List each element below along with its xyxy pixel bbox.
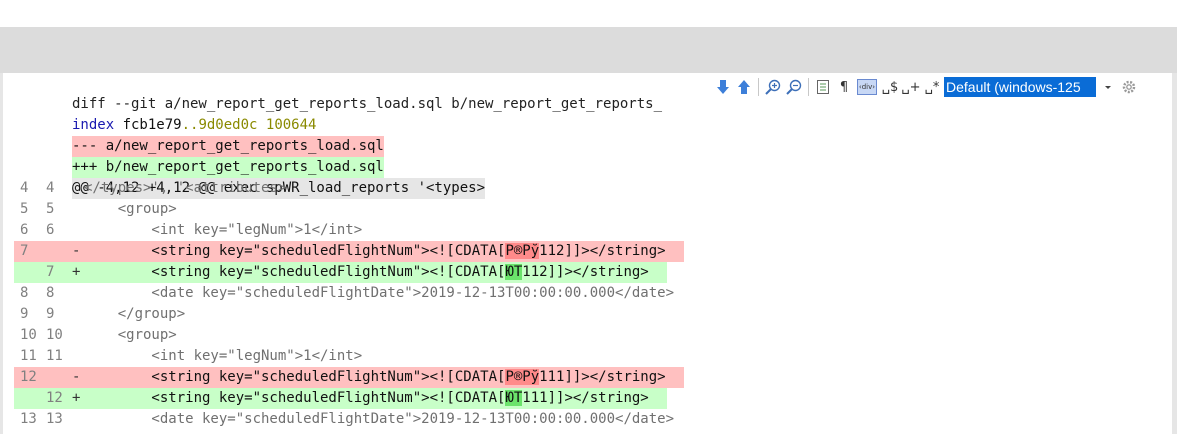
line-code: <date key="scheduledFlightDate">2019-12-… xyxy=(84,411,675,427)
change-marker: - xyxy=(72,243,81,259)
diff-line-context: 13 13 <date key="scheduledFlightDate">201… xyxy=(14,409,1172,430)
line-code: <string key="scheduledFlightNum"><![CDAT… xyxy=(84,388,649,409)
diff-line-added: 7 + <string key="scheduledFlightNum"><![C… xyxy=(14,262,667,283)
old-line-number: 10 xyxy=(20,327,37,343)
new-line-number: 10 xyxy=(46,327,63,343)
line-code: <int key="legNum">1</int> xyxy=(84,348,363,364)
line-code: <string key="scheduledFlightNum"><![CDAT… xyxy=(84,367,666,388)
diff-line-context: 11 11 <int key="legNum">1</int> xyxy=(14,346,1172,367)
toolbar-separator xyxy=(758,78,759,96)
new-line-number: 11 xyxy=(46,348,63,364)
div-tag-label: ‹div› xyxy=(856,79,878,95)
change-marker: - xyxy=(72,369,81,385)
arrow-down-icon[interactable] xyxy=(714,78,732,96)
new-line-number: 5 xyxy=(46,201,55,217)
line-code: </types>', '<attributes> xyxy=(84,180,287,196)
arrow-up-icon[interactable] xyxy=(735,78,753,96)
line-code-before: <string key="scheduledFlightNum"><![CDAT… xyxy=(84,390,506,406)
title-bar-area xyxy=(0,27,1177,73)
old-line-number: 7 xyxy=(20,243,29,259)
line-code-before: <string key="scheduledFlightNum"><![CDAT… xyxy=(84,243,506,259)
vertical-scrollbar[interactable] xyxy=(1172,73,1177,434)
pilcrow-label: ¶ xyxy=(839,79,849,95)
line-code: <int key="legNum">1</int> xyxy=(84,222,363,238)
old-line-number: 5 xyxy=(20,201,29,217)
ws-star-label: ␣* xyxy=(924,79,940,95)
old-line-number: 8 xyxy=(20,285,29,301)
old-line-number: 9 xyxy=(20,306,29,322)
line-code-before: <string key="scheduledFlightNum"><![CDAT… xyxy=(84,264,506,280)
diff-line-context: 6 6 <int key="legNum">1</int> xyxy=(14,220,1172,241)
diff-line-removed: 7 - <string key="scheduledFlightNum"><![C… xyxy=(14,241,684,262)
new-line-number: 7 xyxy=(46,264,55,280)
new-line-number: 9 xyxy=(46,306,55,322)
pilcrow-icon[interactable]: ¶ xyxy=(835,78,853,96)
zoom-out-icon[interactable] xyxy=(785,78,803,96)
gear-icon[interactable] xyxy=(1120,78,1138,96)
diff-line-context: 9 9 </group> xyxy=(14,304,1172,325)
toolbar-separator xyxy=(808,78,809,96)
new-line-number: 13 xyxy=(46,411,63,427)
old-line-number: 4 xyxy=(20,180,29,196)
diff-line-added: 12 + <string key="scheduledFlightNum"><![… xyxy=(14,388,667,409)
new-line-number: 4 xyxy=(46,180,55,196)
line-code-after: 112]]></string> xyxy=(539,243,666,259)
old-line-number: 13 xyxy=(20,411,37,427)
line-code-after: 112]]></string> xyxy=(522,264,649,280)
line-code: </group> xyxy=(84,306,186,322)
old-line-number: 11 xyxy=(20,348,37,364)
diff-plus-header: +++ b/new_report_get_reports_load.sql xyxy=(14,136,1172,178)
diff-line-removed: 12 - <string key="scheduledFlightNum"><![… xyxy=(14,367,684,388)
editor-toolbar: ¶ ‹div› ␣$ ␣+ ␣* Default (windows-125 xyxy=(708,74,1170,100)
change-marker: + xyxy=(72,264,81,280)
line-code-after: 111]]></string> xyxy=(539,369,666,385)
diff-line-context: 4 4 </types>', '<attributes> xyxy=(14,178,1172,199)
diff-git-header: diff --git a/new_report_get_reports_load… xyxy=(14,73,714,112)
diff-editor[interactable]: diff --git a/new_report_get_reports_load… xyxy=(14,73,1172,434)
document-icon[interactable] xyxy=(814,78,832,96)
chevron-down-icon[interactable] xyxy=(1099,78,1117,96)
changed-word: Р®Рў xyxy=(505,369,540,385)
changed-word: Р®Рў xyxy=(505,243,540,259)
div-tag-icon[interactable]: ‹div› xyxy=(856,78,878,96)
ws-plus-label: ␣+ xyxy=(901,79,921,95)
new-line-number: 12 xyxy=(46,390,63,406)
diff-line-context: 10 10 <group> xyxy=(14,325,1172,346)
show-whitespace-star-icon[interactable]: ␣* xyxy=(923,78,941,96)
new-line-number: 6 xyxy=(46,222,55,238)
encoding-select[interactable]: Default (windows-125 xyxy=(944,77,1096,97)
line-code: <date key="scheduledFlightDate">2019-12-… xyxy=(84,285,675,301)
diff-line-context: 8 8 <date key="scheduledFlightDate">2019-… xyxy=(14,283,1172,304)
changed-word: ЮТ xyxy=(505,264,523,280)
changed-word: ЮТ xyxy=(505,390,523,406)
new-line-number: 8 xyxy=(46,285,55,301)
change-marker: + xyxy=(72,390,81,406)
show-whitespace-plus-icon[interactable]: ␣+ xyxy=(901,78,921,96)
zoom-in-icon[interactable] xyxy=(764,78,782,96)
hunk-header: @@ -4,12 +4,12 @@ exec spWR_load_reports… xyxy=(14,157,1172,199)
diff-index-header: index fcb1e79..9d0ed0c 100644 xyxy=(14,94,714,133)
ws-dollar-label: ␣$ xyxy=(881,79,899,95)
line-code: <group> xyxy=(84,201,177,217)
left-margin xyxy=(0,73,3,434)
line-code-before: <string key="scheduledFlightNum"><![CDAT… xyxy=(84,369,506,385)
show-whitespace-eol-icon[interactable]: ␣$ xyxy=(881,78,899,96)
line-code: <group> xyxy=(84,327,177,343)
old-line-number: 12 xyxy=(20,369,37,385)
line-code-after: 111]]></string> xyxy=(522,390,649,406)
line-code: <string key="scheduledFlightNum"><![CDAT… xyxy=(84,262,649,283)
diff-line-context: 5 5 <group> xyxy=(14,199,1172,220)
line-code: <string key="scheduledFlightNum"><![CDAT… xyxy=(84,241,666,262)
diff-minus-header: --- a/new_report_get_reports_load.sql xyxy=(14,115,1172,157)
old-line-number: 6 xyxy=(20,222,29,238)
